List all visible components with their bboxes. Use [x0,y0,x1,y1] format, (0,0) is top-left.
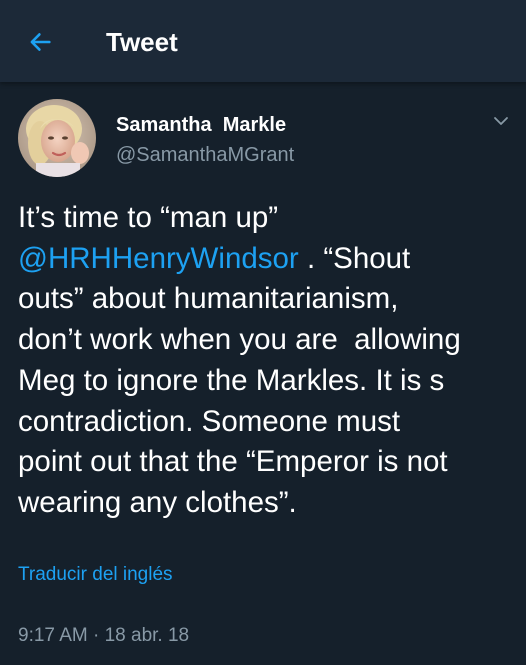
tweet-text-line: outs” about humanitarianism, [18,282,399,316]
arrow-left-icon [30,33,51,51]
tweet-text-fragment: . “Shout [298,241,411,275]
tweet-time[interactable]: 9:17 AM [18,625,88,646]
timestamp-separator: · [87,625,105,646]
tweet-text-line: @HRHHenryWindsor . “Shout [18,239,518,280]
top-app-bar: Tweet [0,0,526,82]
tweet-text: It’s time to “man up” @HRHHenryWindsor .… [18,198,518,524]
author-display-name[interactable]: Samantha Markle [116,112,286,138]
tweet-detail-screen: Tweet Samantha Markle @SamanthaMGrant It… [0,0,526,665]
translate-tweet-link[interactable]: Traducir del inglés [18,562,173,588]
tweet-text-line: contradiction. Someone must [18,404,401,438]
avatar-image [18,99,96,177]
tweet-timestamp: 9:17 AM · 18 abr. 18 [18,623,189,649]
back-button[interactable] [24,26,56,58]
tweet-text-line: Meg to ignore the Markles. It is s [18,363,445,397]
tweet-menu-button[interactable] [490,110,512,132]
tweet-text-line: point out that the “Emperor is not [18,445,448,479]
author-handle[interactable]: @SamanthaMGrant [116,142,294,168]
chevron-down-icon [494,117,508,125]
tweet-text-line: wearing any clothes”. [18,485,297,519]
tweet-text-line: don’t work when you are allowing [18,323,461,357]
page-title: Tweet [106,27,178,57]
tweet-date[interactable]: 18 abr. 18 [105,625,190,646]
tweet-text-line: It’s time to “man up” [18,201,279,234]
mention-link[interactable]: @HRHHenryWindsor [18,242,299,275]
avatar[interactable] [18,99,96,177]
